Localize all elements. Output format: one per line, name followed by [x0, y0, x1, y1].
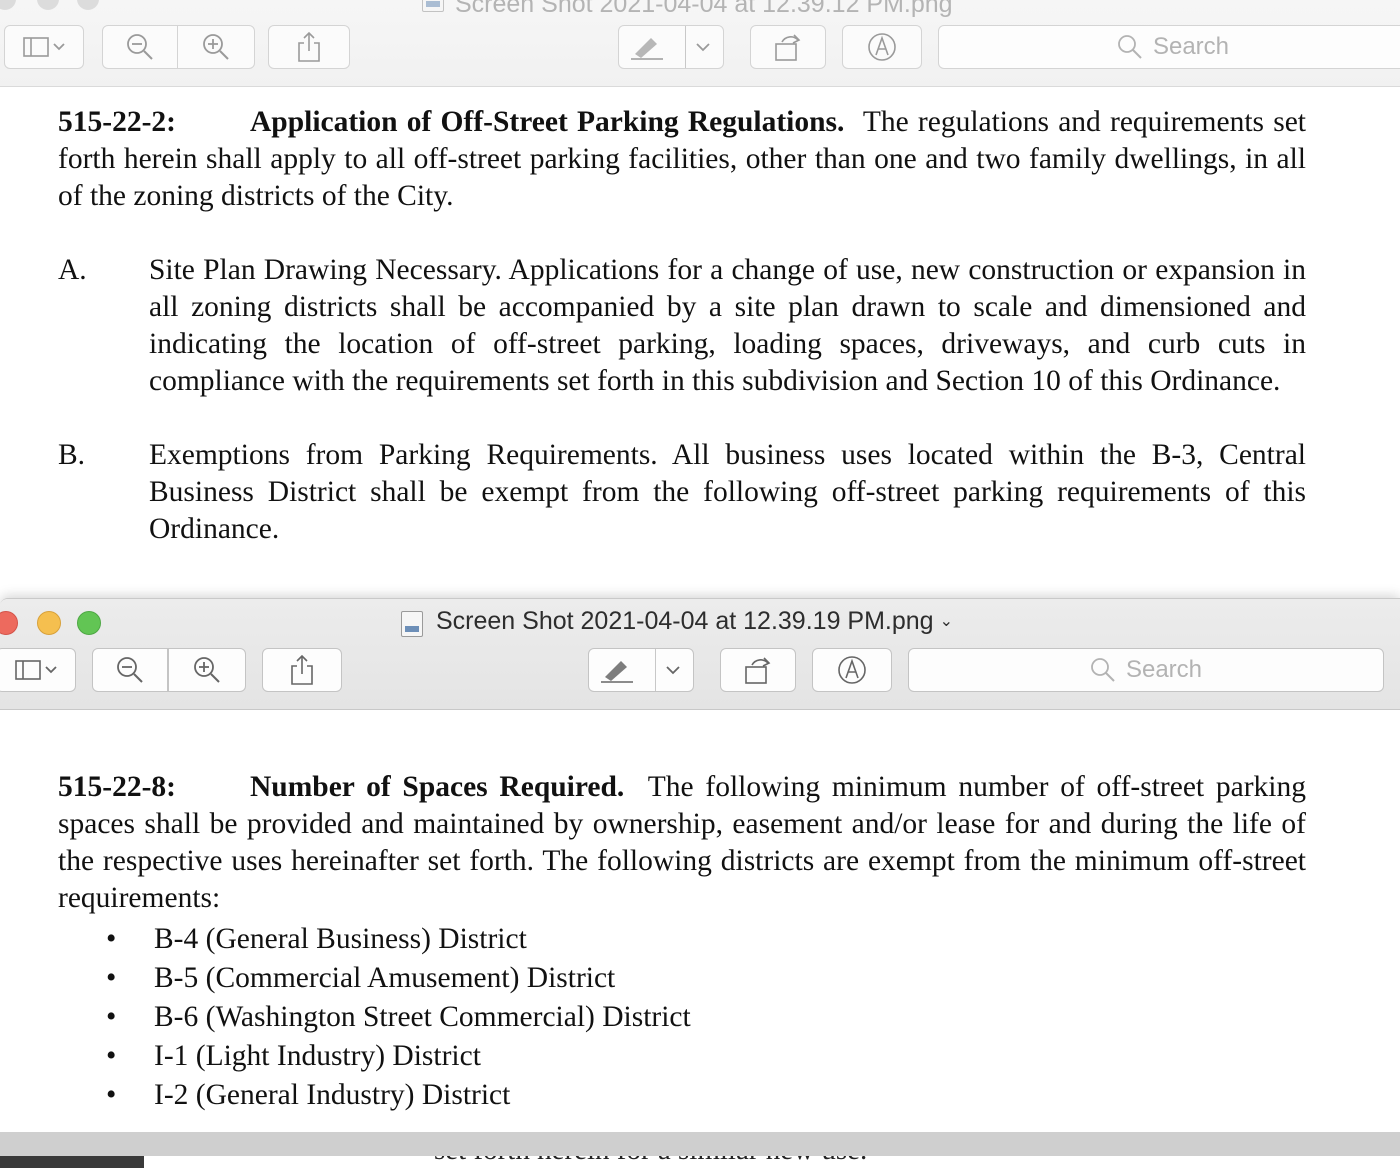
window-title[interactable]: Screen Shot 2021-04-04 at 12.39.12 PM.pn…: [455, 0, 953, 19]
zoom-out-button[interactable]: [102, 25, 178, 69]
rotate-button[interactable]: [750, 25, 826, 69]
list-item: A. Site Plan Drawing Necessary. Applicati…: [58, 252, 1306, 400]
search-icon: [1091, 658, 1115, 682]
share-icon: [291, 654, 313, 685]
list-item-text: B-5 (Commercial Amusement) District: [154, 962, 616, 994]
back-toolbar: Screen Shot 2021-04-04 at 12.39.12 PM.pn…: [0, 0, 1400, 87]
search-placeholder: Search: [1125, 656, 1203, 683]
list-item-text: B-6 (Washington Street Commercial) Distr…: [154, 1001, 691, 1033]
document-icon: [401, 611, 423, 637]
markup-circle-icon: [838, 656, 866, 684]
section-title: Number of Spaces Required.: [250, 771, 625, 803]
sidebar-toggle-button[interactable]: [0, 648, 76, 692]
underlying-text: set forth herein for a similar new use.: [434, 1156, 867, 1167]
section-title: Application of Off-Street Parking Regula…: [250, 106, 845, 138]
rotate-icon: [775, 34, 801, 61]
back-document-content: 515-22-2: Application of Off-Street Parki…: [58, 104, 1306, 548]
minimize-button[interactable]: [37, 611, 61, 635]
search-field[interactable]: Search: [908, 648, 1384, 692]
share-icon: [298, 31, 320, 62]
item-marker: B.: [58, 439, 86, 471]
share-button[interactable]: [268, 25, 350, 69]
markup-button[interactable]: [588, 648, 694, 692]
zoom-in-icon: [194, 657, 220, 683]
search-placeholder: Search: [1152, 33, 1230, 60]
zoom-in-button[interactable]: [177, 25, 255, 69]
front-preview-window: Screen Shot 2021-04-04 at 12.39.19 PM.pn…: [0, 598, 1400, 1133]
list-item: • B-6 (Washington Street Commercial) Dist…: [58, 998, 1306, 1037]
item-text: Exemptions from Parking Requirements. Al…: [149, 439, 1306, 545]
sidebar-icon: [23, 37, 65, 57]
list-item-text: I-2 (General Industry) District: [154, 1079, 511, 1111]
close-button[interactable]: [0, 611, 18, 635]
back-preview-window: Screen Shot 2021-04-04 at 12.39.12 PM.pn…: [0, 0, 1400, 600]
window-title[interactable]: Screen Shot 2021-04-04 at 12.39.19 PM.pn…: [436, 607, 953, 636]
chevron-down-icon: [696, 43, 710, 52]
section-paragraph: 515-22-2: Application of Off-Street Parki…: [58, 104, 1306, 215]
share-button[interactable]: [262, 648, 342, 692]
search-field[interactable]: Search: [938, 25, 1400, 69]
list-item: B. Exemptions from Parking Requirements. …: [58, 437, 1306, 548]
annotate-button[interactable]: [842, 25, 922, 69]
front-toolbar: Screen Shot 2021-04-04 at 12.39.19 PM.pn…: [0, 599, 1400, 710]
chevron-down-icon: [666, 666, 680, 675]
list-item: • I-1 (Light Industry) District: [58, 1037, 1306, 1076]
list-item-text: I-1 (Light Industry) District: [154, 1040, 481, 1072]
close-button[interactable]: [0, 0, 16, 10]
bullet-icon: •: [106, 1001, 117, 1033]
item-text: Site Plan Drawing Necessary. Application…: [149, 254, 1306, 397]
markup-circle-icon: [868, 33, 896, 61]
bullet-icon: •: [106, 1040, 117, 1072]
sidebar-icon: [15, 660, 57, 680]
zoom-in-button[interactable]: [168, 648, 246, 692]
item-marker: A.: [58, 254, 87, 286]
sidebar-toggle-button[interactable]: [4, 25, 84, 69]
pen-icon: [631, 38, 663, 60]
zoom-window-button[interactable]: [77, 0, 99, 10]
list-item: • B-4 (General Business) District: [58, 920, 1306, 959]
markup-button[interactable]: [618, 25, 724, 69]
list-item-text: B-4 (General Business) District: [154, 923, 527, 955]
search-icon: [1118, 35, 1142, 59]
annotate-button[interactable]: [812, 648, 892, 692]
bullet-icon: •: [106, 1079, 117, 1111]
bullet-icon: •: [106, 923, 117, 955]
underlying-window: set forth herein for a similar new use.: [0, 1132, 1400, 1168]
zoom-out-icon: [117, 657, 143, 683]
section-paragraph: 515-22-8: Number of Spaces Required. The …: [58, 769, 1306, 917]
zoom-in-icon: [203, 34, 229, 60]
rotate-button[interactable]: [720, 648, 796, 692]
list-item: • I-2 (General Industry) District: [58, 1076, 1306, 1115]
underlying-sidebar: [0, 1156, 144, 1168]
minimize-button[interactable]: [37, 0, 59, 10]
zoom-window-button[interactable]: [77, 611, 101, 635]
pen-icon: [601, 661, 633, 683]
zoom-out-button[interactable]: [92, 648, 168, 692]
window-title-text: Screen Shot 2021-04-04 at 12.39.19 PM.pn…: [436, 607, 934, 635]
exempt-districts-list: • B-4 (General Business) District • B-5 (C…: [58, 920, 1306, 1115]
underlying-page: set forth herein for a similar new use.: [144, 1156, 1400, 1168]
list-item: • B-5 (Commercial Amusement) District: [58, 959, 1306, 998]
bullet-icon: •: [106, 962, 117, 994]
rotate-icon: [745, 657, 771, 684]
front-document-content: 515-22-8: Number of Spaces Required. The …: [58, 769, 1306, 1115]
zoom-out-icon: [127, 34, 153, 60]
section-number: 515-22-2:: [58, 106, 176, 138]
document-icon: [422, 0, 444, 12]
title-chevron-icon: ⌄: [939, 613, 953, 630]
section-number: 515-22-8:: [58, 771, 176, 803]
